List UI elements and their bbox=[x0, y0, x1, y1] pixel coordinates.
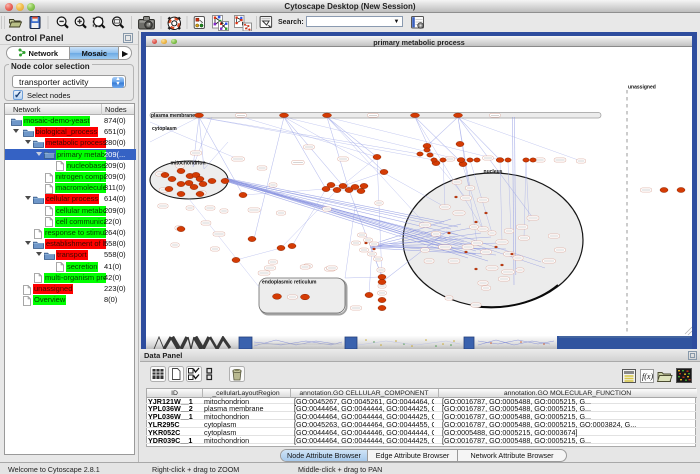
svg-text:mitochondrion: mitochondrion bbox=[171, 161, 206, 167]
svg-text:unassigned: unassigned bbox=[628, 85, 656, 91]
svg-text:plasma membrane: plasma membrane bbox=[151, 113, 195, 119]
svg-text:endoplasmic reticulum: endoplasmic reticulum bbox=[262, 280, 317, 286]
svg-text:f(x): f(x) bbox=[642, 372, 653, 381]
svg-text:cytoplasm: cytoplasm bbox=[152, 126, 177, 132]
svg-text:nucleus: nucleus bbox=[484, 169, 503, 175]
